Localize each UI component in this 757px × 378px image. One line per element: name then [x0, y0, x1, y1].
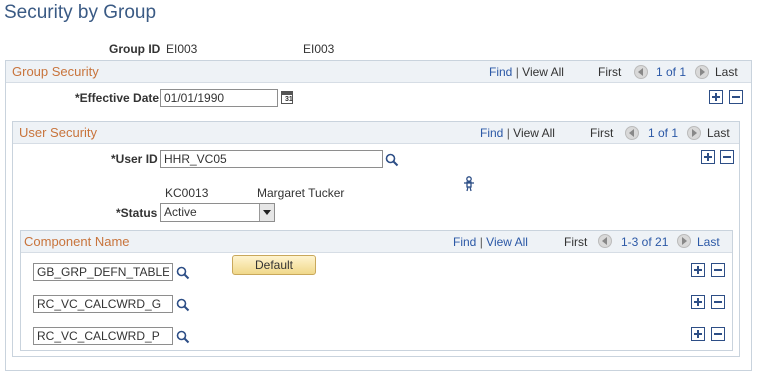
- group-id-description: EI003: [303, 42, 335, 56]
- calendar-icon[interactable]: 31: [281, 91, 293, 104]
- magnifier-icon[interactable]: [176, 266, 190, 280]
- component-first-label: First: [564, 235, 588, 249]
- group-delete-row-button[interactable]: [729, 90, 743, 104]
- group-nav-separator: |: [515, 65, 519, 79]
- status-label: *Status: [116, 206, 158, 220]
- default-button[interactable]: Default: [232, 255, 316, 275]
- status-value: Active: [164, 205, 197, 219]
- group-id-value: EI003: [166, 42, 198, 56]
- magnifier-icon[interactable]: [385, 153, 399, 167]
- user-delete-row-button[interactable]: [720, 150, 734, 164]
- component-last-link[interactable]: Last: [697, 235, 720, 249]
- user-security-header: User Security Find | View All First 1 of…: [13, 122, 739, 144]
- status-select[interactable]: Active: [160, 203, 275, 222]
- component-add-row-button[interactable]: [691, 327, 705, 341]
- user-security-title: User Security: [19, 125, 98, 140]
- group-view-all-link[interactable]: View All: [522, 65, 564, 79]
- component-next-icon[interactable]: [677, 234, 691, 248]
- component-name-field[interactable]: [33, 263, 173, 281]
- component-add-row-button[interactable]: [691, 295, 705, 309]
- user-previous-icon[interactable]: [625, 126, 639, 140]
- group-find-link[interactable]: Find: [489, 65, 512, 79]
- user-add-row-button[interactable]: [701, 150, 715, 164]
- person-icon[interactable]: [463, 176, 475, 192]
- user-last-label: Last: [707, 126, 730, 140]
- group-first-label: First: [598, 65, 622, 79]
- component-delete-row-button[interactable]: [711, 295, 725, 309]
- component-delete-row-button[interactable]: [711, 263, 725, 277]
- component-name-field[interactable]: [33, 327, 173, 345]
- component-delete-row-button[interactable]: [711, 327, 725, 341]
- component-header: Component Name Find | View All First 1-3…: [21, 231, 732, 253]
- effective-date-field[interactable]: [160, 89, 278, 107]
- group-row-count: 1 of 1: [656, 65, 687, 79]
- effective-date-label: *Effective Date: [75, 91, 160, 105]
- group-next-icon[interactable]: [695, 65, 709, 79]
- component-nav-separator: |: [479, 235, 483, 249]
- user-code: KC0013: [165, 186, 209, 200]
- component-previous-icon[interactable]: [598, 234, 612, 248]
- user-find-link[interactable]: Find: [480, 126, 503, 140]
- user-nav-separator: |: [506, 126, 510, 140]
- group-add-row-button[interactable]: [709, 90, 723, 104]
- group-previous-icon[interactable]: [634, 65, 648, 79]
- user-id-label: *User ID: [111, 152, 158, 166]
- group-last-label: Last: [715, 65, 738, 79]
- magnifier-icon[interactable]: [176, 330, 190, 344]
- component-row-count: 1-3 of 21: [621, 235, 669, 249]
- chevron-down-icon[interactable]: [259, 204, 274, 221]
- user-view-all-link[interactable]: View All: [513, 126, 555, 140]
- user-id-field[interactable]: [160, 150, 383, 168]
- user-name: Margaret Tucker: [257, 186, 345, 200]
- magnifier-icon[interactable]: [176, 298, 190, 312]
- component-name-field[interactable]: [33, 295, 173, 313]
- user-row-count: 1 of 1: [648, 126, 679, 140]
- component-add-row-button[interactable]: [691, 263, 705, 277]
- component-find-link[interactable]: Find: [453, 235, 476, 249]
- user-first-label: First: [590, 126, 614, 140]
- group-security-title: Group Security: [12, 64, 99, 79]
- page-title: Security by Group: [4, 2, 157, 23]
- component-title: Component Name: [24, 234, 130, 249]
- user-next-icon[interactable]: [687, 126, 701, 140]
- group-id-label: Group ID: [109, 42, 161, 56]
- component-view-all-link[interactable]: View All: [486, 235, 528, 249]
- group-security-header: Group Security Find | View All First 1 o…: [6, 61, 751, 83]
